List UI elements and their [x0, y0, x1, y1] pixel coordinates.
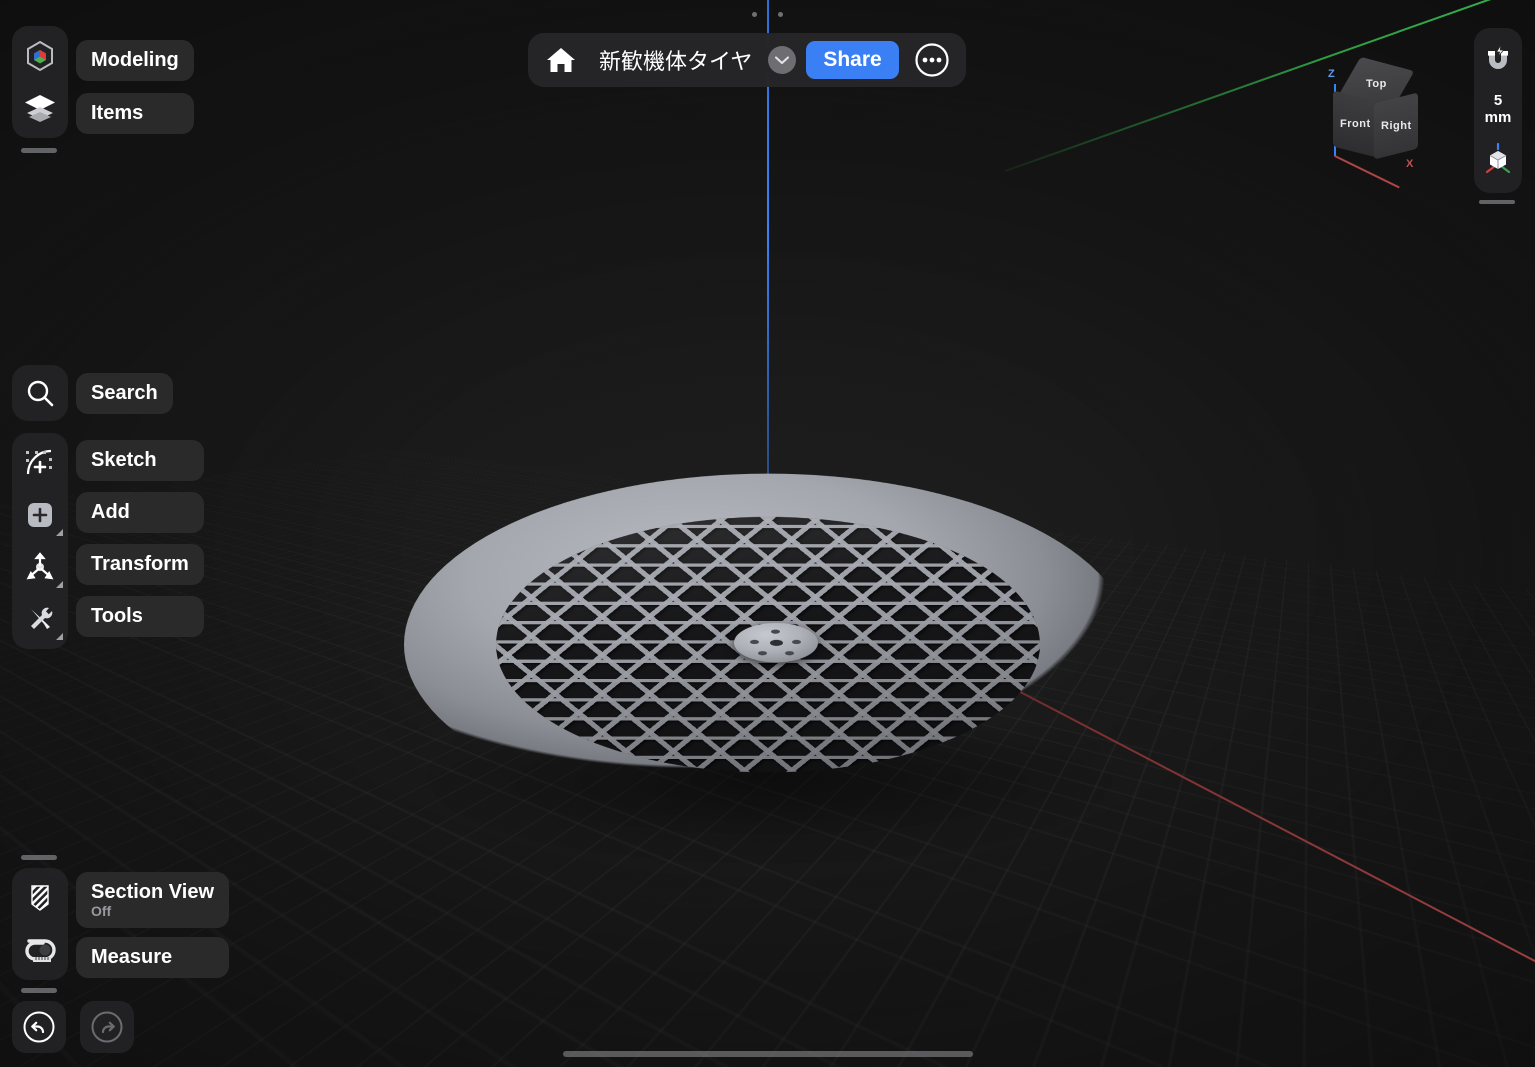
sidebar-item-items[interactable]: Items — [76, 93, 194, 134]
tool-rail — [12, 433, 68, 649]
axis-cube-icon[interactable] — [1476, 137, 1520, 181]
transform-icon[interactable] — [12, 541, 68, 593]
view-tool-label-group: Section View Off Measure — [76, 872, 229, 978]
search-label[interactable]: Search — [76, 373, 173, 414]
view-cube-right-text: Right — [1381, 120, 1412, 132]
home-icon[interactable] — [539, 38, 583, 82]
home-indicator[interactable] — [563, 1051, 973, 1057]
bolt-hole — [750, 640, 759, 644]
sidebar-item-modeling[interactable]: Modeling — [76, 40, 194, 81]
tools-icon[interactable] — [12, 593, 68, 645]
view-cube-x-label: X — [1406, 158, 1413, 170]
mode-label-group: Modeling Items — [76, 40, 194, 134]
view-cube-face-front[interactable]: Front — [1333, 91, 1377, 158]
top-toolbar: 新歓機体タイヤ Share — [528, 33, 966, 87]
axis-marker-dot — [752, 12, 757, 17]
submenu-indicator — [56, 633, 63, 640]
submenu-indicator — [56, 529, 63, 536]
grid-size-value: 5 — [1485, 92, 1512, 109]
ellipsis-icon[interactable] — [909, 37, 955, 83]
center-bore-hole — [770, 640, 783, 646]
chevron-down-icon[interactable] — [768, 46, 796, 74]
magnet-snap-icon[interactable] — [1476, 38, 1520, 82]
search-rail — [12, 365, 68, 421]
history-controls — [12, 1001, 134, 1053]
center-hub-boss — [734, 623, 818, 662]
undo-button[interactable] — [12, 1001, 66, 1053]
undo-icon — [22, 1010, 56, 1044]
section-view-icon[interactable] — [12, 872, 68, 924]
axis-line-y — [1005, 0, 1534, 172]
redo-button[interactable] — [80, 1001, 134, 1053]
view-cube-z-label: Z — [1328, 68, 1335, 80]
model-honeycomb-wheel[interactable] — [404, 341, 1132, 841]
items-layers-icon[interactable] — [12, 82, 68, 134]
viewport-3d[interactable] — [0, 0, 1535, 1067]
search-icon[interactable] — [12, 367, 68, 419]
view-cube-top-text: Top — [1366, 78, 1387, 90]
axis-marker-dot — [778, 12, 783, 17]
app-root: 新歓機体タイヤ Share Modeling Items Search Sket… — [0, 0, 1535, 1067]
modeling-cube-icon[interactable] — [12, 30, 68, 82]
view-cube-face-right[interactable]: Right — [1374, 93, 1418, 160]
section-view-status: Off — [91, 903, 214, 919]
redo-icon — [90, 1010, 124, 1044]
submenu-indicator — [56, 581, 63, 588]
panel-drag-handle[interactable] — [21, 988, 57, 993]
sketch-icon[interactable] — [12, 437, 68, 489]
measure-icon[interactable] — [12, 924, 68, 976]
right-panel-drag-handle[interactable] — [1479, 200, 1515, 204]
view-tool-rail — [12, 868, 68, 980]
bolt-hole — [792, 640, 801, 644]
tool-label-transform[interactable]: Transform — [76, 544, 204, 585]
tool-label-add[interactable]: Add — [76, 492, 204, 533]
section-view-button[interactable]: Section View Off — [76, 872, 229, 928]
right-tool-rail: 5 mm — [1474, 28, 1522, 193]
section-view-label: Section View — [91, 881, 214, 904]
share-button[interactable]: Share — [806, 41, 898, 79]
add-icon[interactable] — [12, 489, 68, 541]
view-cube-front-text: Front — [1340, 118, 1371, 130]
tool-label-tools[interactable]: Tools — [76, 596, 204, 637]
tool-label-sketch[interactable]: Sketch — [76, 440, 204, 481]
panel-drag-handle[interactable] — [21, 148, 57, 153]
view-cube[interactable]: Z X Top Front Right — [1322, 62, 1427, 177]
mode-rail — [12, 26, 68, 138]
grid-size-display[interactable]: 5 mm — [1485, 88, 1512, 131]
wheel-geometry — [404, 474, 1132, 709]
measure-button[interactable]: Measure — [76, 937, 229, 978]
grid-size-unit: mm — [1485, 109, 1512, 126]
document-title[interactable]: 新歓機体タイヤ — [593, 44, 758, 76]
tool-label-group: Sketch Add Transform Tools — [76, 440, 204, 637]
panel-drag-handle[interactable] — [21, 855, 57, 860]
